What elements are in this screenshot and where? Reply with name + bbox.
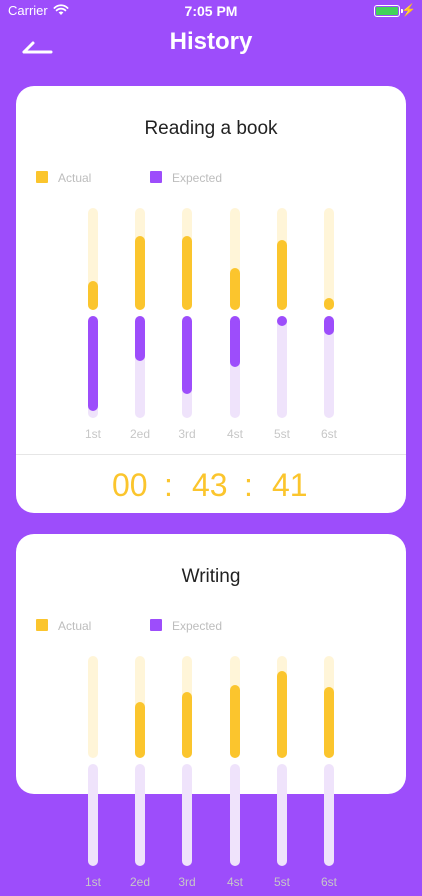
x-tick-label: 6st [320, 427, 337, 441]
bar-column-2ed [135, 208, 145, 418]
navigation-bar: History [0, 22, 422, 66]
timer-separator: : [244, 467, 253, 503]
x-tick-label: 4st [226, 427, 243, 441]
legend-label-expected: Expected [172, 619, 223, 633]
expected-bar [135, 316, 145, 361]
bar-track-top [324, 208, 334, 310]
bar-column-6st [324, 208, 334, 418]
expected-swatch [150, 171, 162, 183]
actual-bar [324, 686, 334, 758]
x-tick-label: 5st [273, 427, 290, 441]
x-tick-label: 2ed [129, 875, 151, 889]
divider [16, 454, 406, 455]
legend-label-actual: Actual [58, 171, 92, 185]
expected-bar [324, 316, 334, 336]
x-tick-label: 2ed [129, 427, 151, 441]
bar-column-2ed [135, 656, 145, 866]
bar-column-1st [88, 656, 98, 866]
actual-bar [324, 297, 334, 310]
battery-icon [374, 5, 400, 17]
actual-swatch [36, 619, 48, 631]
actual-bar [230, 268, 240, 310]
bar-track-bottom [277, 764, 287, 866]
actual-bar [277, 671, 287, 758]
charging-icon: ⚡ [401, 3, 416, 17]
x-tick-label: 6st [320, 875, 337, 889]
actual-swatch [36, 171, 48, 183]
bar-track-bottom [182, 764, 192, 866]
x-tick-label: 4st [226, 875, 243, 889]
status-bar: Carrier 7:05 PM ⚡ [0, 0, 422, 22]
expected-swatch [150, 619, 162, 631]
legend-label-actual: Actual [58, 619, 92, 633]
bar-track-bottom [230, 764, 240, 866]
timer-minutes: 43 [192, 467, 228, 503]
card-title: Writing [181, 566, 241, 587]
x-tick-label: 5st [273, 875, 290, 889]
bar-column-6st [324, 656, 334, 866]
bar-column-3rd [182, 208, 192, 418]
bar-track-top [88, 656, 98, 758]
bar-column-4st [230, 656, 240, 866]
bar-chart: 1st 2ed 3rd 4st 5st 6st [16, 656, 406, 896]
page-title: History [169, 28, 253, 55]
clock-time: 7:05 PM [184, 3, 238, 19]
history-card-reading: Reading a book Actual Expected 1st 2ed 3rd… [16, 86, 406, 513]
bar-column-4st [230, 208, 240, 418]
timer-display: 00 : 43 : 41 [16, 467, 406, 507]
actual-bar [277, 239, 287, 310]
bar-track-bottom [324, 764, 334, 866]
timer-seconds: 41 [272, 467, 308, 503]
timer-separator: : [164, 467, 173, 503]
actual-bar [182, 691, 192, 758]
bar-column-3rd [182, 656, 192, 866]
expected-bar [88, 316, 98, 411]
expected-bar [277, 316, 287, 326]
legend-label-expected: Expected [172, 171, 223, 185]
bar-column-1st [88, 208, 98, 418]
expected-bar [230, 316, 240, 367]
bar-track-bottom [88, 764, 98, 866]
x-tick-label: 3rd [178, 875, 196, 889]
actual-bar [230, 684, 240, 758]
bar-track-bottom [135, 764, 145, 866]
history-card-writing: Writing Actual Expected 1st 2ed 3rd 4st 5st 6… [16, 534, 406, 889]
actual-bar [182, 235, 192, 310]
bar-column-5st [277, 208, 287, 418]
card-title: Reading a book [144, 118, 278, 139]
x-tick-label: 1st [84, 427, 101, 441]
bar-track-bottom [277, 316, 287, 418]
timer-hours: 00 [112, 467, 148, 503]
x-tick-label: 3rd [178, 427, 196, 441]
x-tick-label: 1st [84, 875, 101, 889]
actual-bar [135, 235, 145, 310]
bar-chart: 1st 2ed 3rd 4st 5st 6st [16, 208, 406, 448]
bar-column-5st [277, 656, 287, 866]
actual-bar [88, 281, 98, 310]
expected-bar [182, 316, 192, 394]
